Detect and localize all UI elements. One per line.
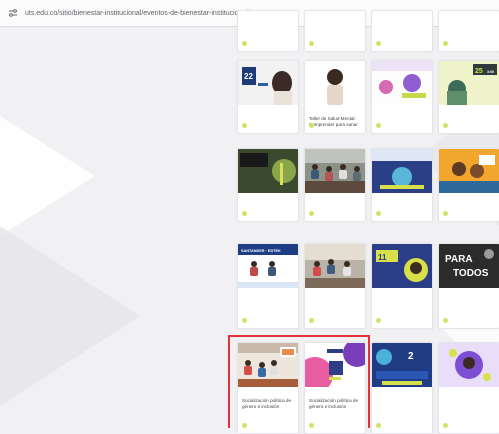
event-thumbnail[interactable]: [305, 244, 365, 288]
event-meta: [443, 123, 451, 128]
svg-text:25: 25: [475, 68, 483, 75]
event-thumbnail[interactable]: [238, 149, 298, 193]
event-meta: [376, 41, 384, 46]
event-thumbnail[interactable]: 25 3:00: [439, 61, 499, 105]
calendar-icon: [242, 211, 247, 216]
svg-text:PARA: PARA: [445, 254, 473, 265]
event-meta: [376, 318, 384, 323]
svg-text:3:00: 3:00: [487, 70, 494, 74]
calendar-icon: [376, 41, 381, 46]
event-thumbnail[interactable]: [439, 149, 499, 193]
event-thumbnail[interactable]: [305, 149, 365, 193]
event-meta: [443, 318, 451, 323]
event-card[interactable]: Socialización política de género e inclu…: [304, 342, 366, 434]
event-meta: [443, 41, 451, 46]
svg-text:11: 11: [378, 253, 387, 262]
event-thumbnail[interactable]: [372, 61, 432, 105]
event-card[interactable]: 22: [237, 60, 299, 134]
svg-text:22: 22: [244, 72, 253, 81]
event-meta: [376, 123, 384, 128]
event-title[interactable]: Socialización política de género e inclu…: [309, 398, 361, 409]
event-meta: [309, 211, 317, 216]
svg-text:SANTANDER · EDTEK: SANTANDER · EDTEK: [241, 249, 281, 253]
svg-text:2: 2: [408, 351, 414, 362]
event-card[interactable]: 2: [371, 342, 433, 434]
calendar-icon: [309, 423, 314, 428]
calendar-icon: [242, 123, 247, 128]
calendar-icon: [443, 123, 448, 128]
calendar-icon: [309, 318, 314, 323]
event-card[interactable]: [237, 10, 299, 52]
calendar-icon: [309, 211, 314, 216]
site-info-icon[interactable]: [7, 7, 19, 19]
event-title[interactable]: Socialización política de género e inclu…: [242, 398, 294, 409]
event-thumbnail[interactable]: SANTANDER · EDTEK: [238, 244, 298, 288]
event-thumbnail[interactable]: [372, 149, 432, 193]
event-thumbnail[interactable]: 11: [372, 244, 432, 288]
calendar-icon: [242, 41, 247, 46]
calendar-icon: [242, 423, 247, 428]
calendar-icon: [309, 123, 314, 128]
event-meta: [309, 123, 317, 128]
calendar-icon: [443, 41, 448, 46]
url-text: uts.edu.co/sitio/bienestar-institucional…: [25, 9, 250, 17]
event-thumbnail[interactable]: 2: [372, 343, 432, 387]
event-card[interactable]: [304, 148, 366, 222]
calendar-icon: [376, 318, 381, 323]
calendar-icon: [376, 211, 381, 216]
event-card[interactable]: [371, 148, 433, 222]
event-thumbnail[interactable]: [238, 343, 298, 387]
event-thumbnail[interactable]: [305, 61, 365, 105]
calendar-icon: [376, 123, 381, 128]
event-card[interactable]: 25 3:00: [438, 60, 499, 134]
event-thumbnail[interactable]: [439, 343, 499, 387]
event-card[interactable]: [438, 10, 499, 52]
event-card[interactable]: [438, 342, 499, 434]
svg-text:TODOS: TODOS: [453, 268, 489, 279]
calendar-icon: [376, 423, 381, 428]
event-meta: [376, 423, 384, 428]
event-card[interactable]: Taller de Salud Mental: Comprender para …: [304, 60, 366, 134]
event-meta: [309, 41, 317, 46]
event-card[interactable]: 11: [371, 243, 433, 329]
event-card[interactable]: [371, 10, 433, 52]
event-card[interactable]: [371, 60, 433, 134]
event-meta: [376, 211, 384, 216]
event-meta: [242, 211, 250, 216]
event-card[interactable]: [304, 243, 366, 329]
event-meta: [443, 211, 451, 216]
event-meta: [309, 423, 317, 428]
event-card[interactable]: [438, 148, 499, 222]
event-card[interactable]: SANTANDER · EDTEK: [237, 243, 299, 329]
event-meta: [242, 123, 250, 128]
event-card[interactable]: PARA TODOS: [438, 243, 499, 329]
event-meta: [242, 41, 250, 46]
event-card[interactable]: [237, 148, 299, 222]
event-thumbnail[interactable]: 22: [238, 61, 298, 105]
event-thumbnail[interactable]: [305, 343, 365, 387]
event-card[interactable]: Socialización política de género e inclu…: [237, 342, 299, 434]
calendar-icon: [309, 41, 314, 46]
event-card[interactable]: [304, 10, 366, 52]
event-thumbnail[interactable]: PARA TODOS: [439, 244, 499, 288]
calendar-icon: [443, 423, 448, 428]
event-meta: [443, 423, 451, 428]
event-meta: [309, 318, 317, 323]
event-meta: [242, 318, 250, 323]
calendar-icon: [443, 318, 448, 323]
calendar-icon: [242, 318, 247, 323]
calendar-icon: [443, 211, 448, 216]
event-meta: [242, 423, 250, 428]
